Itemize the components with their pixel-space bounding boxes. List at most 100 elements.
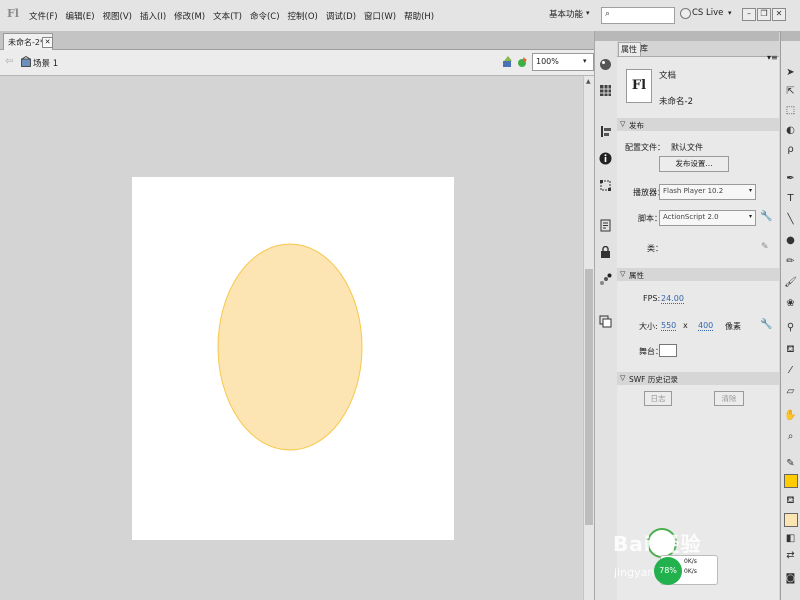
swatches-icon[interactable] (599, 84, 612, 97)
scene-icon (21, 56, 31, 67)
align-icon[interactable] (599, 125, 612, 138)
properties-section-header[interactable]: ▽ 属性 (617, 268, 779, 281)
menu-window[interactable]: 窗口(W) (360, 10, 400, 22)
edit-bar: ⇦ 场景 1 100% ▾ (0, 50, 594, 76)
back-arrow-icon[interactable]: ⇦ (5, 56, 13, 67)
close-button[interactable]: ✕ (772, 8, 786, 21)
scroll-up-icon[interactable]: ▲ (586, 78, 591, 85)
black-white-icon[interactable]: ◧ (784, 532, 797, 545)
pencil-tool-icon[interactable]: ✏ (784, 255, 797, 268)
tab-library[interactable]: 库 (638, 42, 650, 55)
minimize-button[interactable]: – (742, 8, 756, 21)
panel-menu-icon[interactable]: ▾≡ (767, 53, 778, 62)
app-logo: Fl (7, 7, 19, 20)
fill-color-swatch[interactable] (784, 513, 798, 527)
free-transform-tool-icon[interactable]: ⬚ (784, 104, 797, 117)
oval-tool-icon[interactable]: ● (784, 234, 797, 247)
menu-edit[interactable]: 编辑(E) (62, 10, 99, 22)
scrollbar-thumb[interactable] (585, 269, 593, 525)
panel-tabs: 属性 库 ▾≡ (617, 41, 779, 62)
motion-presets-icon[interactable] (599, 273, 612, 286)
menu-modify[interactable]: 修改(M) (170, 10, 209, 22)
upload-speed: 0K/s (684, 558, 697, 565)
publish-section-header[interactable]: ▽ 发布 (617, 118, 779, 131)
scene-breadcrumb[interactable]: 场景 1 (33, 57, 58, 69)
line-tool-icon[interactable]: ╲ (784, 213, 797, 226)
brush-tool-icon[interactable]: 🖌 (784, 276, 797, 289)
document-type-label: 文档 (659, 71, 677, 81)
collapsed-panels-strip (594, 31, 618, 600)
menu-commands[interactable]: 命令(C) (246, 10, 284, 22)
restore-button[interactable]: ❐ (757, 8, 771, 21)
zoom-tool-icon[interactable]: ⌕ (784, 430, 797, 443)
watermark-logo: Bai 经验 (613, 532, 702, 556)
eraser-tool-icon[interactable]: ▱ (784, 385, 797, 398)
stage[interactable] (132, 177, 454, 540)
fill-color-bucket-icon: ⛾ (786, 495, 795, 506)
log-button[interactable]: 日志 (644, 391, 672, 406)
help-search-input[interactable]: ⌕ (601, 7, 675, 24)
clear-button[interactable]: 清除 (714, 391, 744, 406)
properties-panel: 属性 库 ▾≡ Fl 文档 未命名-2 ▽ 发布 配置文件： 默认文件 发布设置… (617, 31, 779, 600)
script-select[interactable]: ActionScript 2.0 ▾ (659, 210, 756, 226)
script-settings-wrench-icon[interactable]: 🔧 (760, 211, 772, 222)
info-icon[interactable] (599, 152, 612, 165)
player-select[interactable]: Flash Player 10.2 ▾ (659, 184, 756, 200)
zoom-value: 100% (536, 57, 559, 66)
cs-live-button[interactable]: CS Live (692, 8, 723, 18)
download-speed: 0K/s (684, 568, 697, 575)
size-settings-wrench-icon[interactable]: 🔧 (760, 319, 772, 330)
publish-settings-button[interactable]: 发布设置... (659, 156, 729, 172)
document-type-icon: Fl (626, 69, 652, 103)
main-menu: 文件(F) 编辑(E) 视图(V) 插入(I) 修改(M) 文本(T) 命令(C… (25, 0, 438, 31)
deco-tool-icon[interactable]: ❀ (784, 297, 797, 310)
edit-symbols-icon[interactable] (502, 55, 514, 68)
document-name: 未命名-2 (659, 97, 693, 107)
document-tab-bar: 未命名-2* ✕ (0, 31, 594, 50)
code-snippets-icon[interactable] (599, 219, 612, 232)
fps-value[interactable]: 24.00 (661, 294, 684, 304)
collapse-triangle-icon: ▽ (620, 120, 626, 128)
ellipse-shape[interactable] (217, 243, 363, 451)
collapse-triangle-icon: ▽ (620, 270, 626, 278)
menu-file[interactable]: 文件(F) (25, 10, 62, 22)
stage-height[interactable]: 400 (698, 321, 714, 331)
size-label: 大小: (639, 322, 658, 331)
color-palette-icon[interactable] (599, 58, 612, 71)
lasso-tool-icon[interactable]: ρ (784, 143, 797, 156)
3d-rotation-tool-icon[interactable]: ◐ (784, 124, 797, 137)
publish-section-title: 发布 (629, 121, 644, 130)
hand-tool-icon[interactable]: ✋ (784, 409, 797, 422)
swap-colors-icon[interactable]: ⇄ (784, 549, 797, 562)
menu-debug[interactable]: 调试(D) (322, 10, 360, 22)
chevron-down-icon[interactable]: ▾ (728, 9, 732, 17)
menu-insert[interactable]: 插入(I) (136, 10, 170, 22)
document-tab[interactable]: 未命名-2* ✕ (3, 33, 53, 50)
pen-tool-icon[interactable]: ✒ (784, 172, 797, 185)
close-icon[interactable]: ✕ (42, 37, 53, 48)
swf-history-section-header[interactable]: ▽ SWF 历史记录 (617, 372, 779, 385)
zoom-select[interactable]: 100% ▾ (532, 53, 594, 71)
edit-scene-icon[interactable] (517, 55, 529, 68)
pencil-icon[interactable]: ✎ (761, 242, 769, 252)
library-panel-icon[interactable] (599, 315, 612, 328)
workspace-switcher[interactable]: 基本功能 (549, 8, 583, 20)
size-separator: x (683, 321, 688, 330)
object-drawing-icon[interactable]: ◙ (784, 572, 797, 585)
stage-width[interactable]: 550 (661, 321, 677, 331)
text-tool-icon[interactable]: T (784, 192, 797, 205)
stage-color-swatch[interactable] (659, 344, 677, 357)
subselection-tool-icon[interactable]: ⇱ (784, 85, 797, 98)
bone-tool-icon[interactable]: ⚲ (784, 321, 797, 334)
menu-text[interactable]: 文本(T) (209, 10, 246, 22)
paint-bucket-tool-icon[interactable]: ⛾ (784, 343, 797, 356)
transform-icon[interactable] (599, 179, 612, 192)
menu-help[interactable]: 帮助(H) (400, 10, 438, 22)
menu-control[interactable]: 控制(O) (284, 10, 322, 22)
chevron-down-icon[interactable]: ▾ (586, 9, 590, 17)
stroke-color-swatch[interactable] (784, 474, 798, 488)
selection-tool-icon[interactable]: ➤ (784, 66, 797, 79)
eyedropper-tool-icon[interactable]: ⁄ (784, 364, 797, 377)
components-icon[interactable] (599, 246, 612, 259)
menu-view[interactable]: 视图(V) (99, 10, 136, 22)
